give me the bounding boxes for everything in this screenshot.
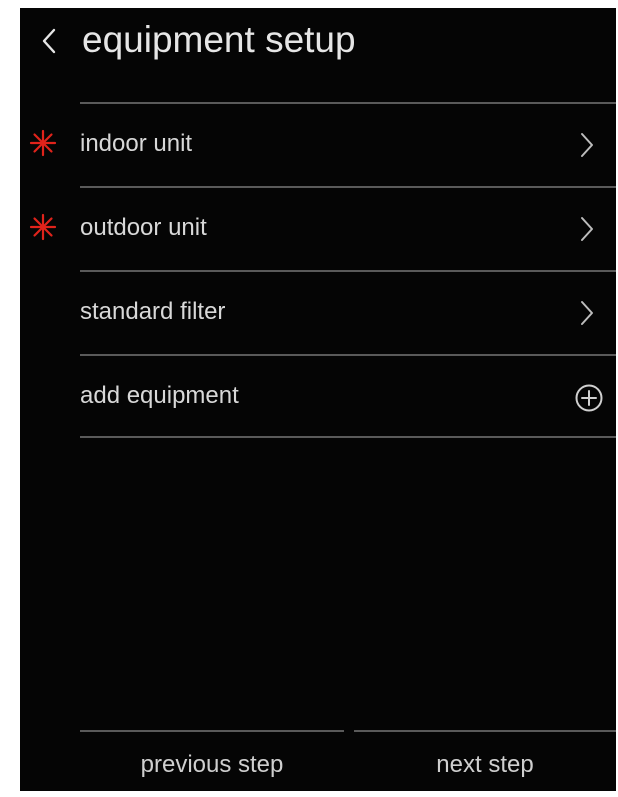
back-chevron-icon[interactable] bbox=[38, 26, 60, 56]
required-asterisk-icon bbox=[29, 129, 57, 157]
next-step-button[interactable]: next step bbox=[354, 730, 616, 791]
chevron-right-icon bbox=[581, 217, 593, 241]
list-item-label: standard filter bbox=[80, 298, 226, 325]
list-item-label: add equipment bbox=[80, 382, 239, 409]
previous-step-label: previous step bbox=[140, 751, 284, 778]
plus-circle-icon[interactable] bbox=[574, 383, 604, 413]
header: equipment setup bbox=[20, 8, 616, 80]
footer-navigation: previous step next step bbox=[80, 730, 616, 791]
page-title: equipment setup bbox=[82, 19, 356, 60]
list-item-label: outdoor unit bbox=[80, 214, 207, 241]
chevron-right-icon bbox=[581, 133, 593, 157]
list-item-indoor-unit[interactable]: indoor unit bbox=[29, 102, 616, 186]
previous-step-button[interactable]: previous step bbox=[80, 730, 344, 791]
equipment-setup-screen: equipment setup indoor unit outdoor unit… bbox=[20, 8, 616, 791]
list-item-label: indoor unit bbox=[80, 130, 193, 157]
next-step-label: next step bbox=[436, 751, 534, 778]
list-item-outdoor-unit[interactable]: outdoor unit bbox=[29, 186, 616, 270]
list-item-add-equipment[interactable]: add equipment bbox=[80, 354, 616, 438]
list-item-standard-filter[interactable]: standard filter bbox=[80, 270, 616, 354]
required-asterisk-icon bbox=[29, 213, 57, 241]
equipment-list: indoor unit outdoor unit standard filter bbox=[20, 102, 616, 438]
chevron-right-icon bbox=[581, 301, 593, 325]
